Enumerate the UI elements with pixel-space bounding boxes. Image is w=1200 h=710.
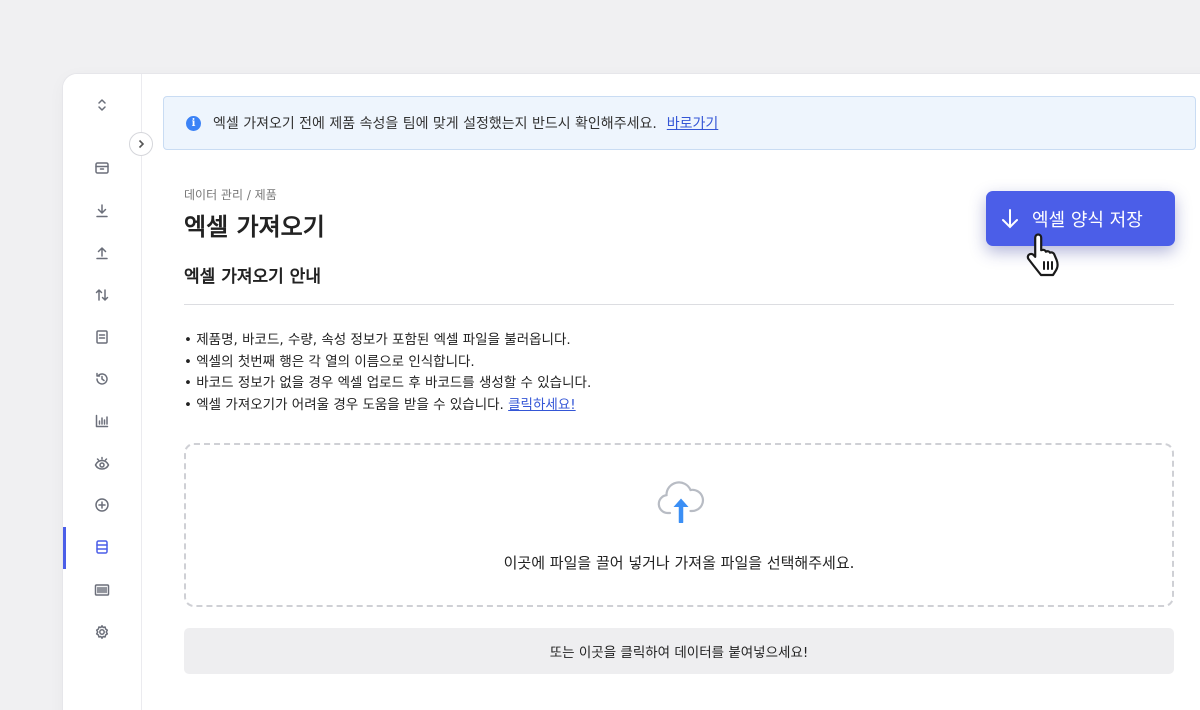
notice-message: 엑셀 가져오기 전에 제품 속성을 팀에 맞게 설정했는지 반드시 확인해주세요…: [213, 116, 657, 132]
notice-banner: i 엑셀 가져오기 전에 제품 속성을 팀에 맞게 설정했는지 반드시 확인해주…: [163, 96, 1196, 150]
hand-cursor-icon: [1026, 233, 1059, 277]
paste-data-button[interactable]: 또는 이곳을 클릭하여 데이터를 붙여넣으세요!: [184, 628, 1174, 674]
app-window: i 엑셀 가져오기 전에 제품 속성을 팀에 맞게 설정했는지 반드시 확인해주…: [63, 74, 1200, 710]
history-icon[interactable]: [91, 368, 113, 390]
cloud-upload-icon: [657, 481, 705, 523]
guide-list: 제품명, 바코드, 수량, 속성 정보가 포함된 엑셀 파일을 불러옵니다. 엑…: [184, 330, 591, 416]
download-icon[interactable]: [91, 200, 113, 222]
eye-icon[interactable]: [91, 453, 113, 475]
data-icon[interactable]: [91, 536, 113, 558]
page-title: 엑셀 가져오기: [184, 213, 325, 241]
help-link[interactable]: 클릭하세요!: [508, 397, 576, 413]
dropzone-text: 이곳에 파일을 끌어 넣거나 가져올 파일을 선택해주세요.: [503, 554, 855, 572]
list-item: 엑셀 가져오기가 어려울 경우 도움을 받을 수 있습니다. 클릭하세요!: [184, 395, 591, 417]
guide-title: 엑셀 가져오기 안내: [184, 267, 321, 287]
transfer-icon[interactable]: [91, 284, 113, 306]
switch-icon[interactable]: [91, 94, 113, 116]
active-indicator: [63, 527, 66, 569]
plus-circle-icon[interactable]: [91, 494, 113, 516]
breadcrumb: 데이터 관리 / 제품: [184, 188, 277, 202]
info-icon: i: [186, 115, 201, 131]
chevron-right-icon: [138, 139, 145, 149]
download-template-label: 엑셀 양식 저장: [1032, 209, 1143, 231]
file-dropzone[interactable]: 이곳에 파일을 끌어 넣거나 가져올 파일을 선택해주세요.: [184, 443, 1174, 607]
arrow-down-icon: [1002, 208, 1018, 228]
settings-icon[interactable]: [91, 621, 113, 643]
upload-icon[interactable]: [91, 242, 113, 264]
list-item: 엑셀의 첫번째 행은 각 열의 이름으로 인식합니다.: [184, 352, 591, 374]
notice-link[interactable]: 바로가기: [667, 113, 719, 133]
list-item: 바코드 정보가 없을 경우 엑셀 업로드 후 바코드를 생성할 수 있습니다.: [184, 373, 591, 395]
list-item: 제품명, 바코드, 수량, 속성 정보가 포함된 엑셀 파일을 불러옵니다.: [184, 330, 591, 352]
box-icon[interactable]: [91, 157, 113, 179]
divider: [184, 304, 1174, 305]
document-icon[interactable]: [91, 326, 113, 348]
sidebar: [63, 74, 142, 710]
sidebar-toggle-button[interactable]: [129, 132, 153, 156]
download-template-button[interactable]: 엑셀 양식 저장: [986, 191, 1175, 246]
barcode-icon[interactable]: [91, 579, 113, 601]
chart-icon[interactable]: [91, 410, 113, 432]
list-item-text: 엑셀 가져오기가 어려울 경우 도움을 받을 수 있습니다.: [196, 396, 504, 413]
